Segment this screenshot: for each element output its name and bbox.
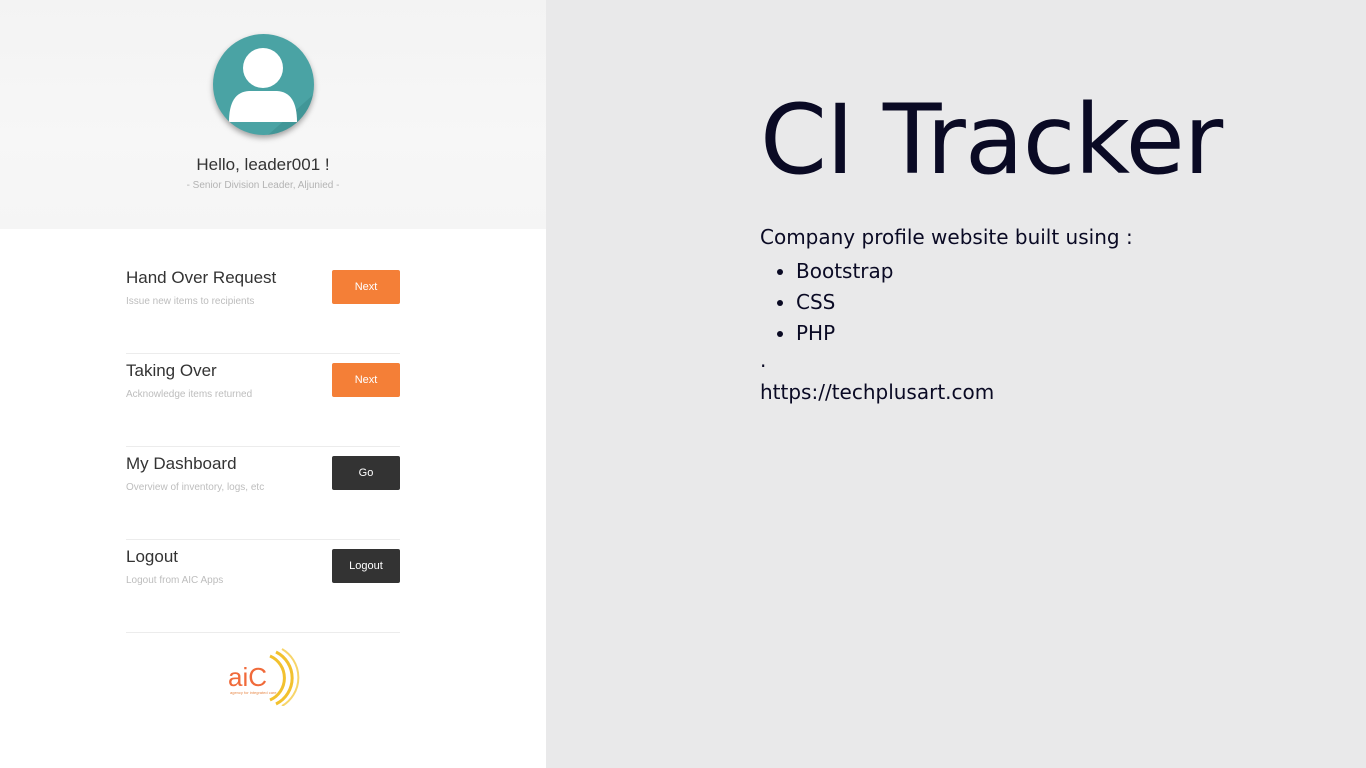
user-icon [213,34,314,135]
menu-item-dashboard: My Dashboard Overview of inventory, logs… [126,446,400,540]
hand-over-next-button[interactable]: Next [332,270,400,304]
app-screenshot-panel: Hello, leader001 ! - Senior Division Lea… [0,0,546,768]
menu-subtitle: Logout from AIC Apps [126,575,224,586]
user-role: - Senior Division Leader, Aljunied - [186,180,340,191]
menu-title: Logout [126,547,178,566]
project-intro: Company profile website built using : [760,225,1133,249]
logo-tagline: agency for integrated care [230,690,277,695]
dashboard-go-button[interactable]: Go [332,456,400,490]
profile-header: Hello, leader001 ! - Senior Division Lea… [0,0,546,229]
logo-wordmark: aiC [228,662,267,692]
separator-text: . [760,348,767,372]
menu-subtitle: Acknowledge items returned [126,389,253,400]
taking-over-next-button[interactable]: Next [332,363,400,397]
menu-subtitle: Issue new items to recipients [126,296,255,307]
menu-subtitle: Overview of inventory, logs, etc [126,482,265,493]
project-title: CI Tracker [760,84,1223,196]
logout-button[interactable]: Logout [332,549,400,583]
project-url-link[interactable]: https://techplusart.com [760,380,994,404]
menu-item-hand-over: Hand Over Request Issue new items to rec… [126,260,400,354]
menu-title: Taking Over [126,361,217,380]
list-item: CSS [796,287,893,318]
technology-list: Bootstrap CSS PHP [760,256,893,349]
aic-logo: aiC agency for integrated care [226,648,300,707]
menu-item-taking-over: Taking Over Acknowledge items returned N… [126,353,400,447]
list-item: PHP [796,318,893,349]
menu-title: My Dashboard [126,454,237,473]
greeting-text: Hello, leader001 ! [196,155,330,174]
menu-title: Hand Over Request [126,268,277,287]
menu-item-logout: Logout Logout from AIC Apps Logout [126,539,400,633]
list-item: Bootstrap [796,256,893,287]
